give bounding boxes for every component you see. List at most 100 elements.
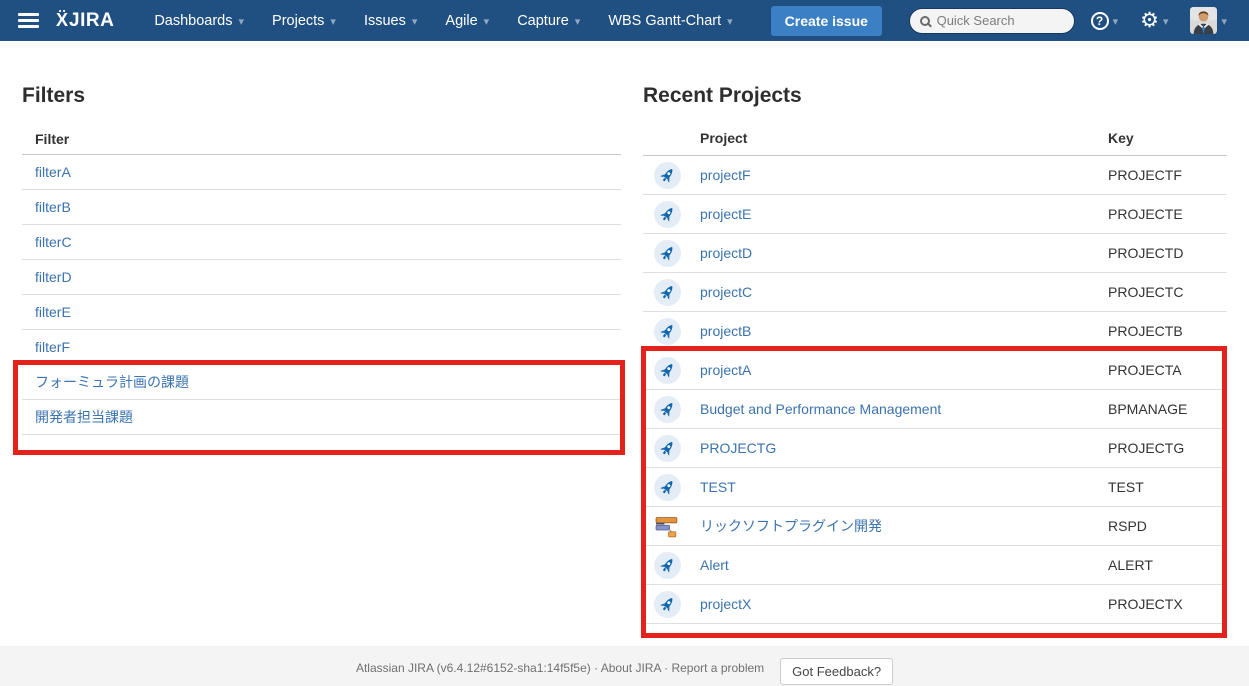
menu-wbs-gantt-chart[interactable]: WBS Gantt-Chart — [594, 0, 746, 41]
menu-issues[interactable]: Issues — [350, 0, 431, 41]
project-key: RSPD — [1108, 518, 1147, 534]
project-link[interactable]: Alert — [700, 557, 729, 573]
rocket-icon — [654, 551, 681, 579]
filter-link[interactable]: フォーミュラ計画の課題 — [35, 374, 189, 390]
rocket-icon — [654, 473, 681, 501]
filter-link[interactable]: filterA — [35, 164, 71, 180]
filter-list: filterA filterB filterC filterD filterE … — [22, 155, 621, 435]
project-row: Budget and Performance Management BPMANA… — [643, 390, 1227, 429]
chevron-down-icon — [575, 13, 581, 29]
chevron-down-icon — [1221, 12, 1227, 30]
filter-link[interactable]: filterD — [35, 269, 72, 285]
filter-link[interactable]: filterE — [35, 304, 71, 320]
user-menu[interactable] — [1184, 7, 1233, 34]
filter-row: filterC — [22, 225, 621, 260]
project-link[interactable]: projectE — [700, 206, 751, 222]
rocket-icon — [654, 395, 681, 423]
jira-logo[interactable]: Ẍ JIRA — [56, 10, 114, 32]
menu-agile[interactable]: Agile — [431, 0, 503, 41]
projects-header-row: Project Key — [643, 120, 1227, 156]
project-row: projectB PROJECTB — [643, 312, 1227, 351]
jira-logo-text: JIRA — [69, 9, 115, 31]
chevron-down-icon — [727, 13, 733, 29]
project-row: Alert ALERT — [643, 546, 1227, 585]
gear-icon: ⚙ — [1140, 9, 1159, 32]
project-link[interactable]: projectA — [700, 362, 751, 378]
create-issue-button[interactable]: Create issue — [770, 5, 882, 36]
project-row: projectD PROJECTD — [643, 234, 1227, 273]
help-menu[interactable]: ? — [1085, 11, 1125, 30]
project-link[interactable]: projectC — [700, 284, 752, 300]
quick-search-input[interactable] — [936, 13, 1057, 28]
filter-row: filterF — [22, 330, 621, 365]
key-column-header: Key — [1108, 129, 1134, 146]
project-key: PROJECTF — [1108, 167, 1182, 183]
footer-info-text: Atlassian JIRA (v6.4.12#6152-sha1:14f5f5… — [355, 661, 765, 675]
filters-table: Filter filterA filterB filterC filterD f… — [22, 120, 621, 435]
project-row: projectX PROJECTX — [643, 585, 1227, 624]
project-row: projectF PROJECTF — [643, 156, 1227, 195]
main-menu: Dashboards Projects Issues Agile Capture… — [140, 0, 746, 41]
project-link[interactable]: projectF — [700, 167, 751, 183]
chevron-down-icon — [330, 13, 336, 29]
rocket-icon — [654, 317, 681, 345]
project-key: PROJECTE — [1108, 206, 1183, 222]
quick-search-box[interactable] — [908, 7, 1075, 34]
navbar-right-group: ? ⚙ — [908, 7, 1233, 34]
filter-row: filterE — [22, 295, 621, 330]
chevron-down-icon — [484, 13, 490, 29]
project-row: リックソフトプラグイン開発 RSPD — [643, 507, 1227, 546]
filter-row: フォーミュラ計画の課題 — [22, 365, 621, 400]
menu-dashboards[interactable]: Dashboards — [140, 0, 258, 41]
project-key: TEST — [1108, 479, 1144, 495]
filter-row: 開発者担当課題 — [22, 400, 621, 435]
rocket-icon — [654, 356, 681, 384]
help-icon: ? — [1090, 11, 1109, 30]
project-link[interactable]: projectD — [700, 245, 752, 261]
rocket-icon — [654, 200, 681, 228]
project-key: PROJECTC — [1108, 284, 1184, 300]
chevron-down-icon — [1113, 12, 1119, 30]
jira-logo-mark-icon: Ẍ — [56, 9, 69, 30]
admin-menu[interactable]: ⚙ — [1134, 10, 1174, 31]
rocket-icon — [654, 239, 681, 267]
project-link[interactable]: PROJECTG — [700, 440, 776, 456]
project-link[interactable]: Budget and Performance Management — [700, 401, 941, 417]
filter-row: filterD — [22, 260, 621, 295]
chevron-down-icon — [239, 13, 245, 29]
project-key: PROJECTA — [1108, 362, 1182, 378]
project-row: projectE PROJECTE — [643, 195, 1227, 234]
project-key: PROJECTG — [1108, 440, 1185, 456]
project-row: PROJECTG PROJECTG — [643, 429, 1227, 468]
user-avatar — [1190, 7, 1218, 34]
project-row: projectA PROJECTA — [643, 351, 1227, 390]
filter-row: filterA — [22, 155, 621, 190]
hamburger-menu-icon[interactable] — [18, 10, 39, 31]
chevron-down-icon — [412, 13, 418, 29]
filter-link[interactable]: filterB — [35, 199, 71, 215]
project-link[interactable]: projectB — [700, 323, 751, 339]
project-key: PROJECTD — [1108, 245, 1184, 261]
rocket-icon — [654, 161, 681, 189]
project-link[interactable]: TEST — [700, 479, 736, 495]
project-link[interactable]: リックソフトプラグイン開発 — [700, 518, 882, 534]
recent-projects-section-title: Recent Projects — [643, 84, 802, 107]
rocket-icon — [654, 278, 681, 306]
page-footer: Atlassian JIRA (v6.4.12#6152-sha1:14f5f5… — [0, 646, 1249, 686]
project-key: ALERT — [1108, 557, 1153, 573]
filter-row: filterB — [22, 190, 621, 225]
recent-projects-table: Project Key projectF PROJECTF projectE P… — [643, 120, 1227, 624]
top-navbar: Ẍ JIRA Dashboards Projects Issues Agile … — [0, 0, 1249, 41]
gantt-chart-icon — [654, 513, 681, 540]
filter-link[interactable]: 開発者担当課題 — [35, 409, 133, 425]
filter-link[interactable]: filterF — [35, 339, 70, 355]
menu-capture[interactable]: Capture — [503, 0, 594, 41]
filter-link[interactable]: filterC — [35, 234, 72, 250]
chevron-down-icon — [1163, 12, 1169, 30]
project-key: PROJECTX — [1108, 596, 1183, 612]
rocket-icon — [654, 434, 681, 462]
project-link[interactable]: projectX — [700, 596, 751, 612]
rocket-icon — [654, 590, 681, 618]
filter-column-header: Filter — [22, 120, 621, 155]
menu-projects[interactable]: Projects — [258, 0, 350, 41]
